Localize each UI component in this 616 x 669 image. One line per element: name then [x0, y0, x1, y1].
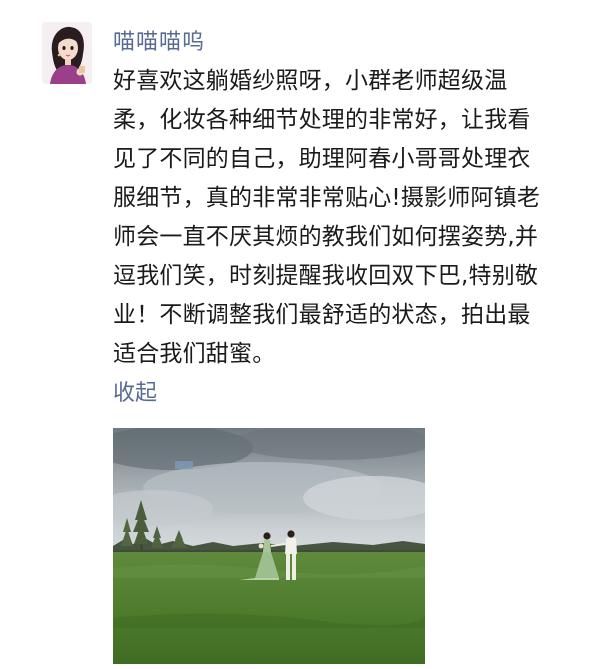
collapse-link[interactable]: 收起	[113, 376, 157, 412]
post-content: 好喜欢这躺婚纱照呀，小群老师超级温 柔，化妆各种细节处理的非常好，让我看 见了不…	[113, 62, 609, 374]
content-line: 见了不同的自己，助理阿春小哥哥处理衣	[113, 146, 531, 172]
username[interactable]: 喵喵喵呜	[113, 27, 205, 59]
wedding-photo-image[interactable]	[113, 428, 425, 664]
content-line: 逗我们笑，时刻提醒我收回双下巴,特别敬	[113, 263, 539, 289]
content-line: 柔，化妆各种细节处理的非常好，让我看	[113, 107, 531, 133]
content-line: 好喜欢这躺婚纱照呀，小群老师超级温	[113, 68, 508, 94]
content-line: 服细节，真的非常非常贴心!摄影师阿镇老	[113, 185, 541, 211]
content-line: 业！不断调整我们最舒适的状态，拍出最	[113, 302, 531, 328]
user-avatar-icon[interactable]	[42, 22, 92, 84]
content-line: 适合我们甜蜜。	[113, 341, 276, 367]
content-line: 师会一直不厌其烦的教我们如何摆姿势,并	[113, 224, 539, 250]
review-post: 喵喵喵呜 好喜欢这躺婚纱照呀，小群老师超级温 柔，化妆各种细节处理的非常好，让我…	[0, 0, 616, 669]
